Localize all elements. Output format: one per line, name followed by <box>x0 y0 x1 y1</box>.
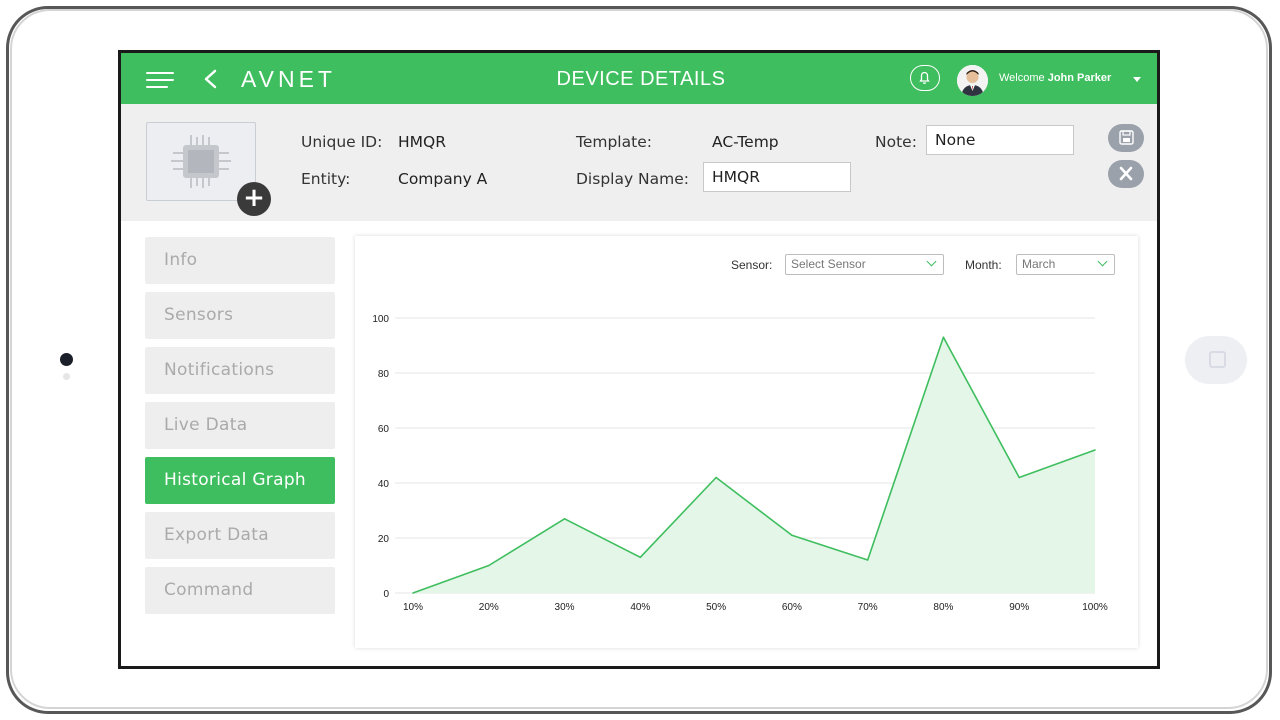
y-tick-label: 40 <box>378 479 390 490</box>
series-area <box>413 337 1095 593</box>
app-screen: AVNET DEVICE DETAILS Welcome John Parker <box>118 50 1160 669</box>
data-point <box>563 517 566 520</box>
chart-panel: Sensor: Select Sensor Month: March 0 20 40… <box>355 236 1138 648</box>
y-tick-label: 20 <box>378 534 390 545</box>
unique-id-label: Unique ID: <box>301 133 383 151</box>
avatar[interactable] <box>957 65 988 96</box>
user-name[interactable]: John Parker <box>1048 72 1112 84</box>
y-tick-label: 60 <box>378 424 390 435</box>
welcome-text: Welcome John Parker <box>999 72 1111 84</box>
user-menu-caret-icon[interactable] <box>1133 77 1141 82</box>
note-field[interactable]: None <box>926 125 1074 155</box>
data-point <box>1018 476 1021 479</box>
data-point <box>791 534 793 537</box>
tab-live-data[interactable]: Live Data <box>145 402 335 449</box>
data-point <box>715 476 717 479</box>
device-details-panel: + Unique ID: HMQR Entity: Company A Temp… <box>121 104 1157 221</box>
menu-icon[interactable] <box>146 72 174 88</box>
save-button[interactable] <box>1108 124 1144 152</box>
bell-icon[interactable] <box>910 65 940 91</box>
back-icon[interactable] <box>201 69 221 89</box>
data-point <box>639 556 642 559</box>
add-image-button[interactable]: + <box>237 182 271 216</box>
data-point <box>866 559 869 561</box>
home-square-icon <box>1209 351 1226 368</box>
x-tick-label: 40% <box>630 602 650 613</box>
camera-icon <box>60 353 73 366</box>
template-value: AC-Temp <box>712 133 779 151</box>
x-tick-label: 100% <box>1082 602 1108 613</box>
sensor-icon <box>63 373 70 380</box>
x-tick-label: 60% <box>782 602 802 613</box>
x-tick-label: 80% <box>933 602 953 613</box>
data-point <box>942 336 945 339</box>
tab-export-data[interactable]: Export Data <box>145 512 335 559</box>
welcome-prefix: Welcome <box>999 72 1045 84</box>
historical-line-chart: 0 20 40 60 80 100 10% 20% 30% 40% 50% 60% 70% 80% 90% 1… <box>372 314 1108 613</box>
save-icon <box>1119 130 1134 145</box>
x-tick-label: 50% <box>706 602 726 613</box>
entity-value: Company A <box>398 170 488 188</box>
x-tick-label: 30% <box>555 602 575 613</box>
y-tick-label: 80 <box>378 369 390 380</box>
tab-info[interactable]: Info <box>145 237 335 284</box>
x-tick-label: 10% <box>403 602 423 613</box>
top-bar: AVNET DEVICE DETAILS Welcome John Parker <box>121 53 1157 104</box>
close-button[interactable] <box>1108 160 1144 188</box>
tab-notifications[interactable]: Notifications <box>145 347 335 394</box>
data-point <box>412 592 414 594</box>
data-point <box>1094 449 1096 451</box>
x-tick-label: 90% <box>1009 602 1029 613</box>
entity-label: Entity: <box>301 170 351 188</box>
x-tick-label: 20% <box>479 602 499 613</box>
tab-sensors[interactable]: Sensors <box>145 292 335 339</box>
close-icon <box>1119 166 1133 181</box>
x-tick-label: 70% <box>858 602 878 613</box>
y-tick-label: 100 <box>372 314 389 325</box>
page-title: DEVICE DETAILS <box>556 68 726 90</box>
unique-id-value: HMQR <box>398 133 446 151</box>
tab-historical-graph[interactable]: Historical Graph <box>145 457 335 504</box>
y-tick-label: 0 <box>383 589 389 600</box>
template-label: Template: <box>576 133 652 151</box>
home-button[interactable] <box>1185 336 1247 384</box>
display-name-label: Display Name: <box>576 170 690 188</box>
note-label: Note: <box>875 133 917 151</box>
data-point <box>487 564 490 567</box>
display-name-field[interactable]: HMQR <box>703 162 851 192</box>
avnet-logo: AVNET <box>241 66 336 92</box>
tab-command[interactable]: Command <box>145 567 335 614</box>
chip-icon <box>171 135 231 188</box>
